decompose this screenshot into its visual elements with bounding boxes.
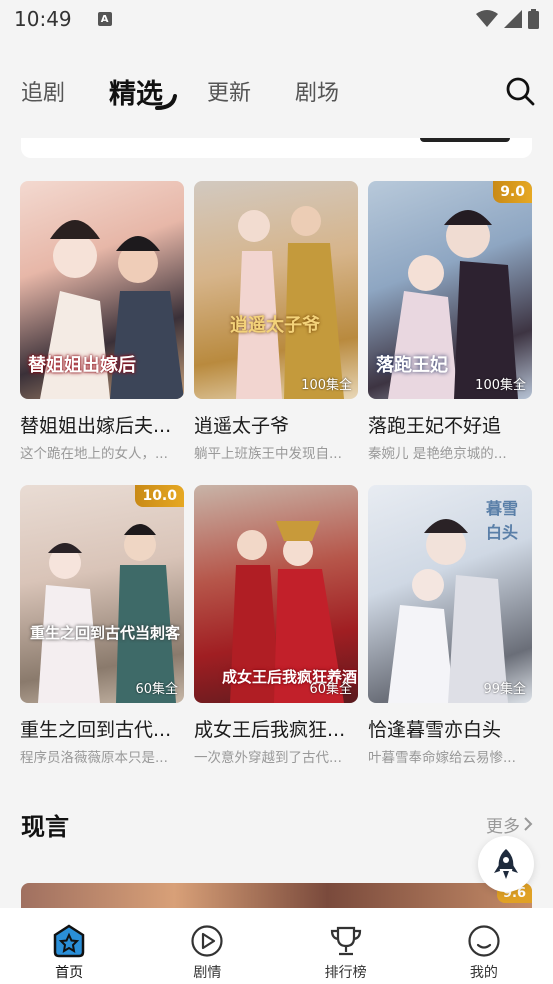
poster-title: 逍遥太子爷 [230, 315, 320, 336]
drama-description: 一次意外穿越到了古代... [194, 750, 342, 766]
poster-image[interactable]: 重生之回到古代当刺客 60集全 10.0 [20, 485, 184, 703]
nav-label: 排行榜 [324, 965, 367, 981]
top-tabs: 追剧 精选 更新 剧场 [0, 60, 553, 122]
drama-card[interactable]: 重生之回到古代当刺客 60集全 10.0 重生之回到古代... 程序员洛薇薇原本… [20, 485, 184, 767]
drama-description: 程序员洛薇薇原本只是... [20, 750, 168, 766]
episode-count: 60集全 [309, 682, 352, 697]
more-link[interactable]: 更多 [486, 812, 534, 837]
nav-profile[interactable]: 我的 [415, 908, 553, 984]
poster-art [38, 524, 176, 703]
more-label: 更多 [486, 816, 520, 837]
drama-description: 这个跪在地上的女人，... [20, 446, 168, 462]
status-time: 10:49 [14, 7, 72, 31]
poster-image[interactable]: 暮雪白头 99集全 [368, 485, 532, 703]
episode-count: 100集全 [475, 378, 526, 393]
poster-image[interactable]: 成女王后我疯狂养酒 60集全 [194, 485, 358, 703]
notification-icon: A [97, 12, 112, 26]
drama-title: 替姐姐出嫁后夫... [20, 415, 172, 437]
drama-card[interactable]: 暮雪白头 99集全 恰逢暮雪亦白头 叶暮雪奉命嫁给云易惨... [368, 485, 532, 767]
trophy-icon [330, 926, 361, 956]
play-circle-icon [191, 925, 223, 957]
drama-grid: 替姐姐出嫁后 替姐姐出嫁后夫... 这个跪在地上的女人，... 逍遥太子爷 10… [20, 181, 533, 767]
drama-description: 叶暮雪奉命嫁给云易惨... [368, 750, 516, 766]
episode-count: 100集全 [301, 378, 352, 393]
banner-card[interactable] [21, 138, 532, 158]
chevron-right-icon [524, 817, 533, 831]
status-icons [476, 9, 539, 29]
rating-badge: 9.0 [493, 181, 532, 203]
home-star-icon [53, 924, 85, 958]
section-title: 现言 [21, 812, 69, 841]
nav-label: 首页 [55, 965, 84, 981]
rocket-button[interactable] [478, 836, 534, 892]
wifi-icon [476, 10, 498, 27]
drama-title: 成女王后我疯狂... [194, 719, 346, 741]
episode-count: 99集全 [483, 682, 526, 697]
status-bar: 10:49 A [0, 0, 553, 38]
drama-description: 秦婉儿 是艳绝京城的... [368, 446, 507, 462]
bottom-nav: 首页 剧情 排行榜 我的 [0, 908, 553, 984]
poster-title: 暮雪白头 [486, 499, 519, 542]
nav-juqing[interactable]: 剧情 [138, 908, 276, 984]
tab-jingxuan[interactable]: 精选 [109, 72, 178, 111]
nav-label: 剧情 [193, 965, 222, 981]
section-header: 现言 更多 [21, 806, 534, 842]
poster-image[interactable]: 替姐姐出嫁后 [20, 181, 184, 399]
poster-image[interactable]: 落跑王妃 100集全 9.0 [368, 181, 532, 399]
rocket-icon [494, 849, 518, 879]
profile-icon [468, 925, 500, 957]
episode-count: 60集全 [135, 682, 178, 697]
drama-title: 重生之回到古代... [20, 719, 172, 741]
drama-description: 躺平上班族王中发现自... [194, 446, 342, 462]
drama-card[interactable]: 逍遥太子爷 100集全 逍遥太子爷 躺平上班族王中发现自... [194, 181, 358, 463]
poster-art [236, 206, 344, 399]
nav-label: 我的 [469, 965, 498, 981]
tab-active-indicator [155, 93, 178, 110]
poster-title: 重生之回到古代当刺客 [30, 624, 181, 642]
drama-card[interactable]: 成女王后我疯狂养酒 60集全 成女王后我疯狂... 一次意外穿越到了古代... [194, 485, 358, 767]
signal-icon [504, 10, 522, 28]
drama-card[interactable]: 落跑王妃 100集全 9.0 落跑王妃不好追 秦婉儿 是艳绝京城的... [368, 181, 532, 463]
poster-title: 落跑王妃 [376, 355, 448, 376]
drama-title: 逍遥太子爷 [194, 415, 290, 437]
drama-title: 落跑王妃不好追 [368, 415, 502, 437]
battery-icon [528, 9, 539, 29]
rating-badge: 10.0 [135, 485, 184, 507]
drama-title: 恰逢暮雪亦白头 [368, 719, 502, 741]
tab-gengxin[interactable]: 更新 [207, 75, 251, 107]
tab-juchang[interactable]: 剧场 [295, 75, 339, 107]
tab-zhuiju[interactable]: 追剧 [21, 75, 65, 107]
nav-ranking[interactable]: 排行榜 [277, 908, 415, 984]
poster-title: 替姐姐出嫁后 [28, 355, 136, 376]
search-icon[interactable] [505, 76, 535, 106]
nav-home[interactable]: 首页 [0, 908, 138, 984]
poster-image[interactable]: 逍遥太子爷 100集全 [194, 181, 358, 399]
drama-card[interactable]: 替姐姐出嫁后 替姐姐出嫁后夫... 这个跪在地上的女人，... [20, 181, 184, 463]
banner-indicator [420, 138, 510, 142]
